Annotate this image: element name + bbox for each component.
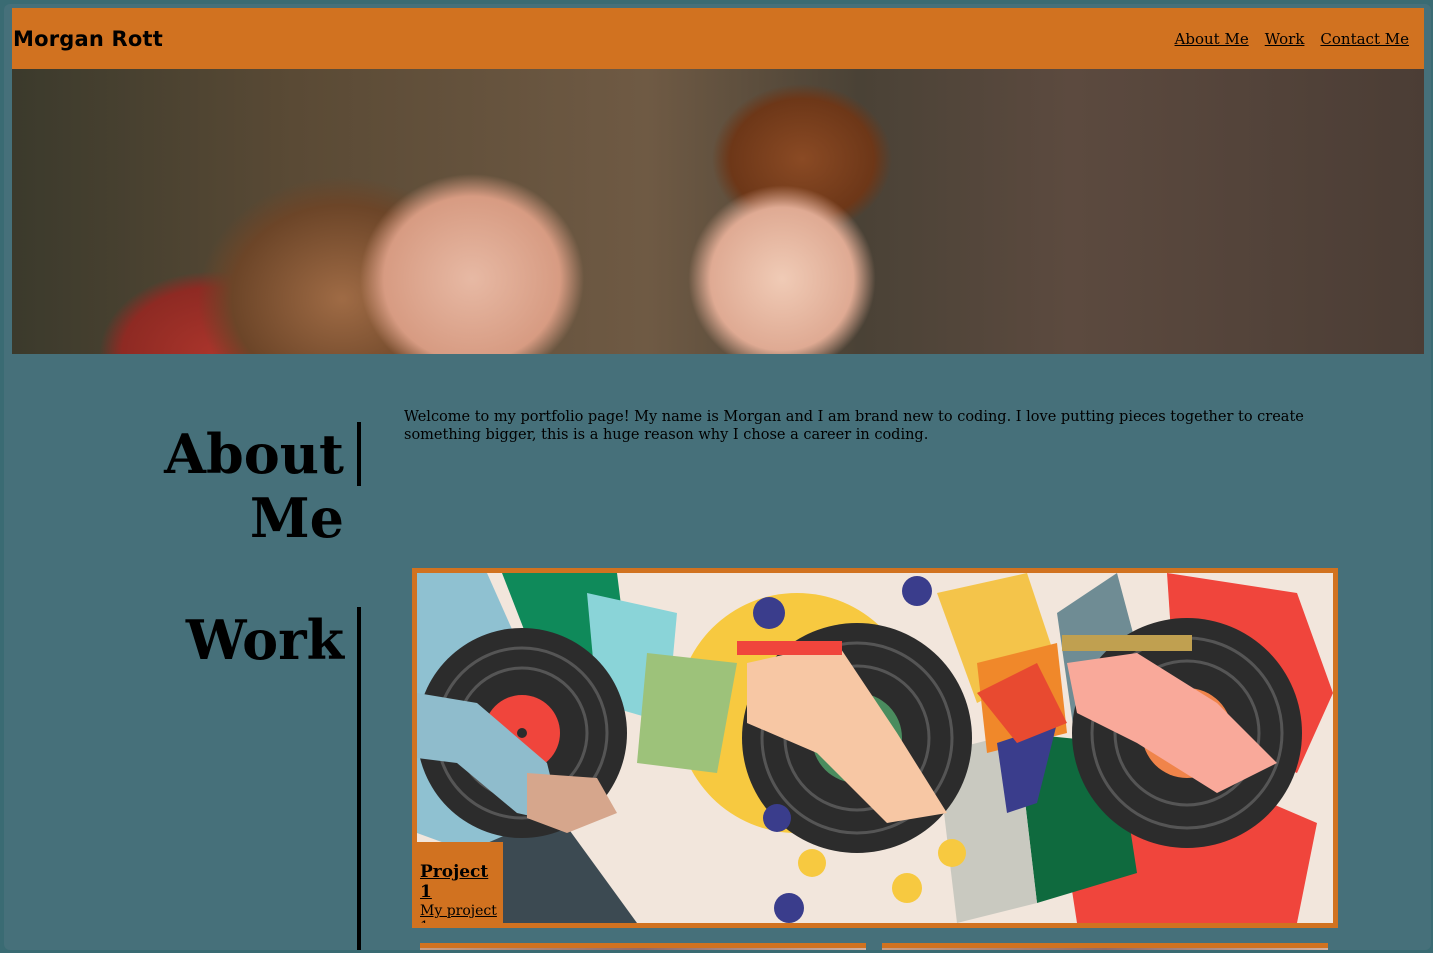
brand-name[interactable]: Morgan Rott: [13, 27, 163, 51]
nav-link-work[interactable]: Work: [1265, 30, 1305, 48]
main-nav: About Me Work Contact Me: [1175, 30, 1409, 48]
about-text: Welcome to my portfolio page! My name is…: [404, 409, 1304, 443]
work-divider: [357, 607, 361, 950]
about-heading: About Me: [164, 422, 344, 550]
project-title[interactable]: Project 1: [420, 862, 503, 902]
hero-image: [12, 69, 1424, 354]
about-divider: [357, 422, 361, 486]
vinyl-records-illustration-icon: [417, 573, 1333, 923]
project-caption: Project 1 My project 1: [417, 842, 503, 923]
nav-link-about[interactable]: About Me: [1175, 30, 1249, 48]
project-card-peek[interactable]: [882, 943, 1328, 950]
nav-link-contact[interactable]: Contact Me: [1320, 30, 1409, 48]
page: Morgan Rott About Me Work Contact Me Abo…: [4, 4, 1431, 950]
work-heading: Work: [185, 608, 344, 672]
project-link[interactable]: My project 1: [420, 903, 503, 923]
project-card-peek[interactable]: [420, 943, 866, 950]
site-header: Morgan Rott About Me Work Contact Me: [12, 8, 1424, 69]
project-card[interactable]: Project 1 My project 1: [412, 568, 1338, 928]
